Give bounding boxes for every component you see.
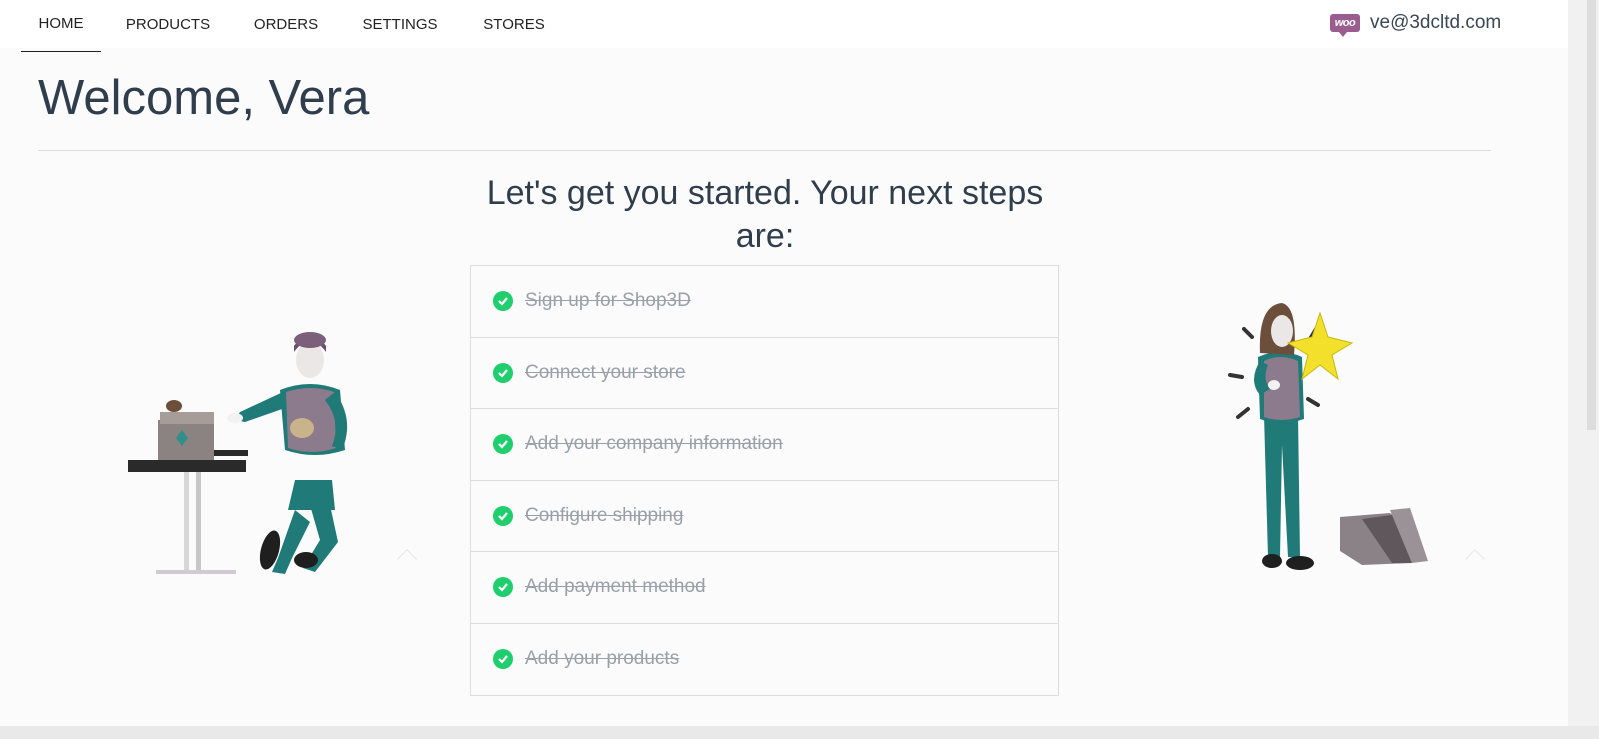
steps-heading: Let's get you started. Your next steps a… (486, 174, 1044, 255)
step-label: Add your products (525, 648, 680, 670)
divider (38, 150, 1491, 151)
nav-item-orders[interactable]: ORDERS (245, 0, 327, 52)
nav-item-stores[interactable]: STORES (474, 0, 554, 52)
step-label: Configure shipping (525, 504, 684, 526)
list-item: Connect your store (471, 338, 1058, 409)
step-label: Connect your store (525, 361, 686, 383)
check-circle-icon (493, 291, 513, 312)
list-item: Add your company information (471, 409, 1058, 481)
woman-with-star-illustration (1228, 303, 1428, 570)
nav-item-settings[interactable]: SETTINGS (352, 0, 448, 52)
page-title: Welcome, Vera (38, 71, 370, 125)
nav-item-products[interactable]: PRODUCTS (118, 0, 218, 52)
list-item: Configure shipping (471, 481, 1058, 552)
horizontal-scrollbar[interactable] (0, 726, 1599, 739)
nav-item-home[interactable]: HOME (21, 0, 101, 52)
check-circle-icon (493, 362, 513, 383)
step-label: Add payment method (525, 576, 706, 598)
user-menu[interactable]: woo ve@3dcltd.com (1330, 12, 1501, 37)
woo-logo-icon: woo (1330, 14, 1360, 37)
list-item: Sign up for Shop3D (471, 266, 1058, 338)
check-circle-icon (493, 434, 513, 455)
check-circle-icon (493, 505, 513, 526)
top-navigation: HOME PRODUCTS ORDERS SETTINGS STORES woo… (0, 0, 1568, 52)
man-with-printer-illustration (128, 332, 348, 574)
list-item: Add your products (471, 624, 1058, 696)
check-circle-icon (493, 649, 513, 670)
list-item: Add payment method (471, 552, 1058, 624)
user-email[interactable]: ve@3dcltd.com (1370, 12, 1501, 34)
step-label: Sign up for Shop3D (525, 290, 691, 312)
check-circle-icon (493, 577, 513, 598)
steps-checklist: Sign up for Shop3D Connect your store Ad… (470, 265, 1059, 696)
chevron-up-icon (397, 549, 417, 569)
step-label: Add your company information (525, 433, 783, 455)
scrollbar-thumb[interactable] (1587, 0, 1596, 430)
scrollbar[interactable] (1568, 0, 1599, 726)
